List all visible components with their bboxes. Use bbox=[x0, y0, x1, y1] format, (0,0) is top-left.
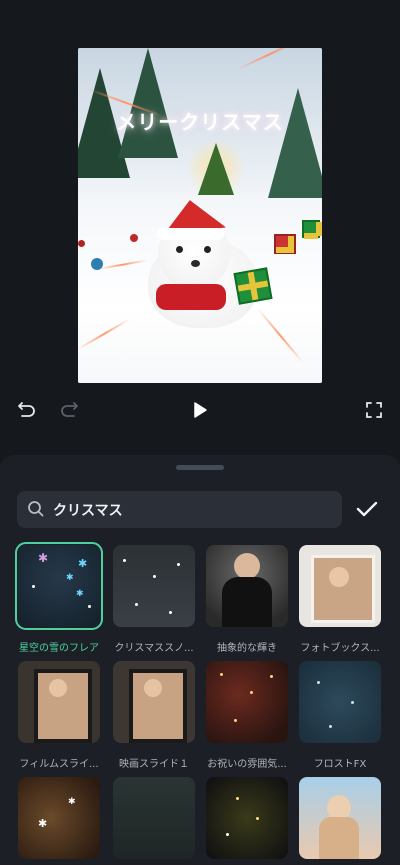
effect-tile[interactable]: ✱ ✱ ✱ ✱ bbox=[15, 542, 103, 630]
pine-tree bbox=[268, 88, 322, 198]
person-head bbox=[49, 679, 67, 697]
fullscreen-icon[interactable] bbox=[364, 400, 384, 424]
sparkle bbox=[135, 603, 138, 606]
sparkle bbox=[169, 611, 172, 614]
effect-label: 映画スライド１ bbox=[119, 759, 189, 770]
sparkle bbox=[351, 701, 354, 704]
search-icon bbox=[27, 500, 45, 522]
video-preview[interactable]: メリークリスマス bbox=[78, 48, 322, 383]
sparkle bbox=[236, 797, 239, 800]
photo-frame bbox=[311, 555, 375, 623]
sparkle bbox=[234, 719, 237, 722]
effect-tile[interactable] bbox=[299, 545, 381, 627]
ornament bbox=[91, 258, 103, 270]
christmas-tree bbox=[198, 143, 234, 195]
effect-tile[interactable] bbox=[206, 661, 288, 743]
person-head bbox=[329, 567, 349, 587]
snowflake-icon: ✱ bbox=[38, 817, 48, 830]
undo-icon[interactable] bbox=[16, 398, 38, 424]
person-body bbox=[319, 817, 359, 859]
sparkle bbox=[177, 563, 180, 566]
person-body bbox=[222, 577, 272, 627]
sparkle bbox=[317, 681, 320, 684]
effect-label: 抽象的な輝き bbox=[217, 643, 277, 654]
sparkle bbox=[226, 833, 229, 836]
snowflake-icon: ✱ bbox=[68, 797, 76, 807]
ornament bbox=[130, 234, 138, 242]
effect-tile[interactable] bbox=[299, 777, 381, 859]
gift-box bbox=[302, 220, 322, 239]
search-input[interactable]: クリスマス bbox=[17, 491, 342, 528]
santa-hat-rim bbox=[156, 228, 224, 240]
sparkle bbox=[270, 675, 273, 678]
search-query-text: クリスマス bbox=[53, 503, 123, 519]
snowflake-icon: ✱ bbox=[38, 551, 49, 565]
sheet-drag-handle[interactable] bbox=[176, 465, 224, 470]
red-scarf bbox=[156, 284, 226, 310]
person-head bbox=[234, 553, 260, 579]
snowflake-icon: ✱ bbox=[76, 589, 84, 599]
effect-label: フィルムスライ... bbox=[19, 759, 99, 770]
effect-tile[interactable] bbox=[113, 661, 195, 743]
snowflake-icon: ✱ bbox=[78, 557, 88, 570]
sparkle bbox=[32, 585, 35, 588]
ornament bbox=[78, 240, 85, 247]
sparkle bbox=[329, 725, 332, 728]
redo-icon[interactable] bbox=[58, 398, 80, 424]
sparkle bbox=[123, 559, 126, 562]
effect-tile[interactable] bbox=[18, 661, 100, 743]
sparkle bbox=[153, 575, 156, 578]
effect-tile[interactable] bbox=[206, 777, 288, 859]
gift-box bbox=[233, 267, 273, 305]
effect-tile[interactable] bbox=[113, 777, 195, 859]
dog-eye bbox=[176, 246, 183, 253]
gift-box bbox=[274, 234, 296, 254]
play-icon[interactable] bbox=[190, 400, 210, 424]
effect-label: クリスマススノ... bbox=[114, 643, 194, 654]
sparkle bbox=[88, 605, 91, 608]
sparkle bbox=[250, 691, 253, 694]
effect-tile[interactable] bbox=[299, 661, 381, 743]
effect-tile[interactable]: ✱ ✱ bbox=[18, 777, 100, 859]
effect-label: 星空の雪のフレア bbox=[19, 643, 99, 654]
check-icon[interactable] bbox=[355, 498, 379, 524]
dog-eye bbox=[204, 246, 211, 253]
effect-tile[interactable] bbox=[206, 545, 288, 627]
effect-tile[interactable] bbox=[113, 545, 195, 627]
dog-nose bbox=[191, 260, 200, 267]
sparkle bbox=[256, 817, 259, 820]
effect-label: お祝いの雰囲気... bbox=[207, 759, 287, 770]
snowflake-icon: ✱ bbox=[66, 573, 74, 583]
person-head bbox=[144, 679, 162, 697]
overlay-title-text: メリークリスマス bbox=[116, 110, 284, 134]
sparkle bbox=[220, 673, 223, 676]
effect-label: フロストFX bbox=[313, 759, 367, 770]
effect-label: フォトブックス... bbox=[300, 643, 380, 654]
